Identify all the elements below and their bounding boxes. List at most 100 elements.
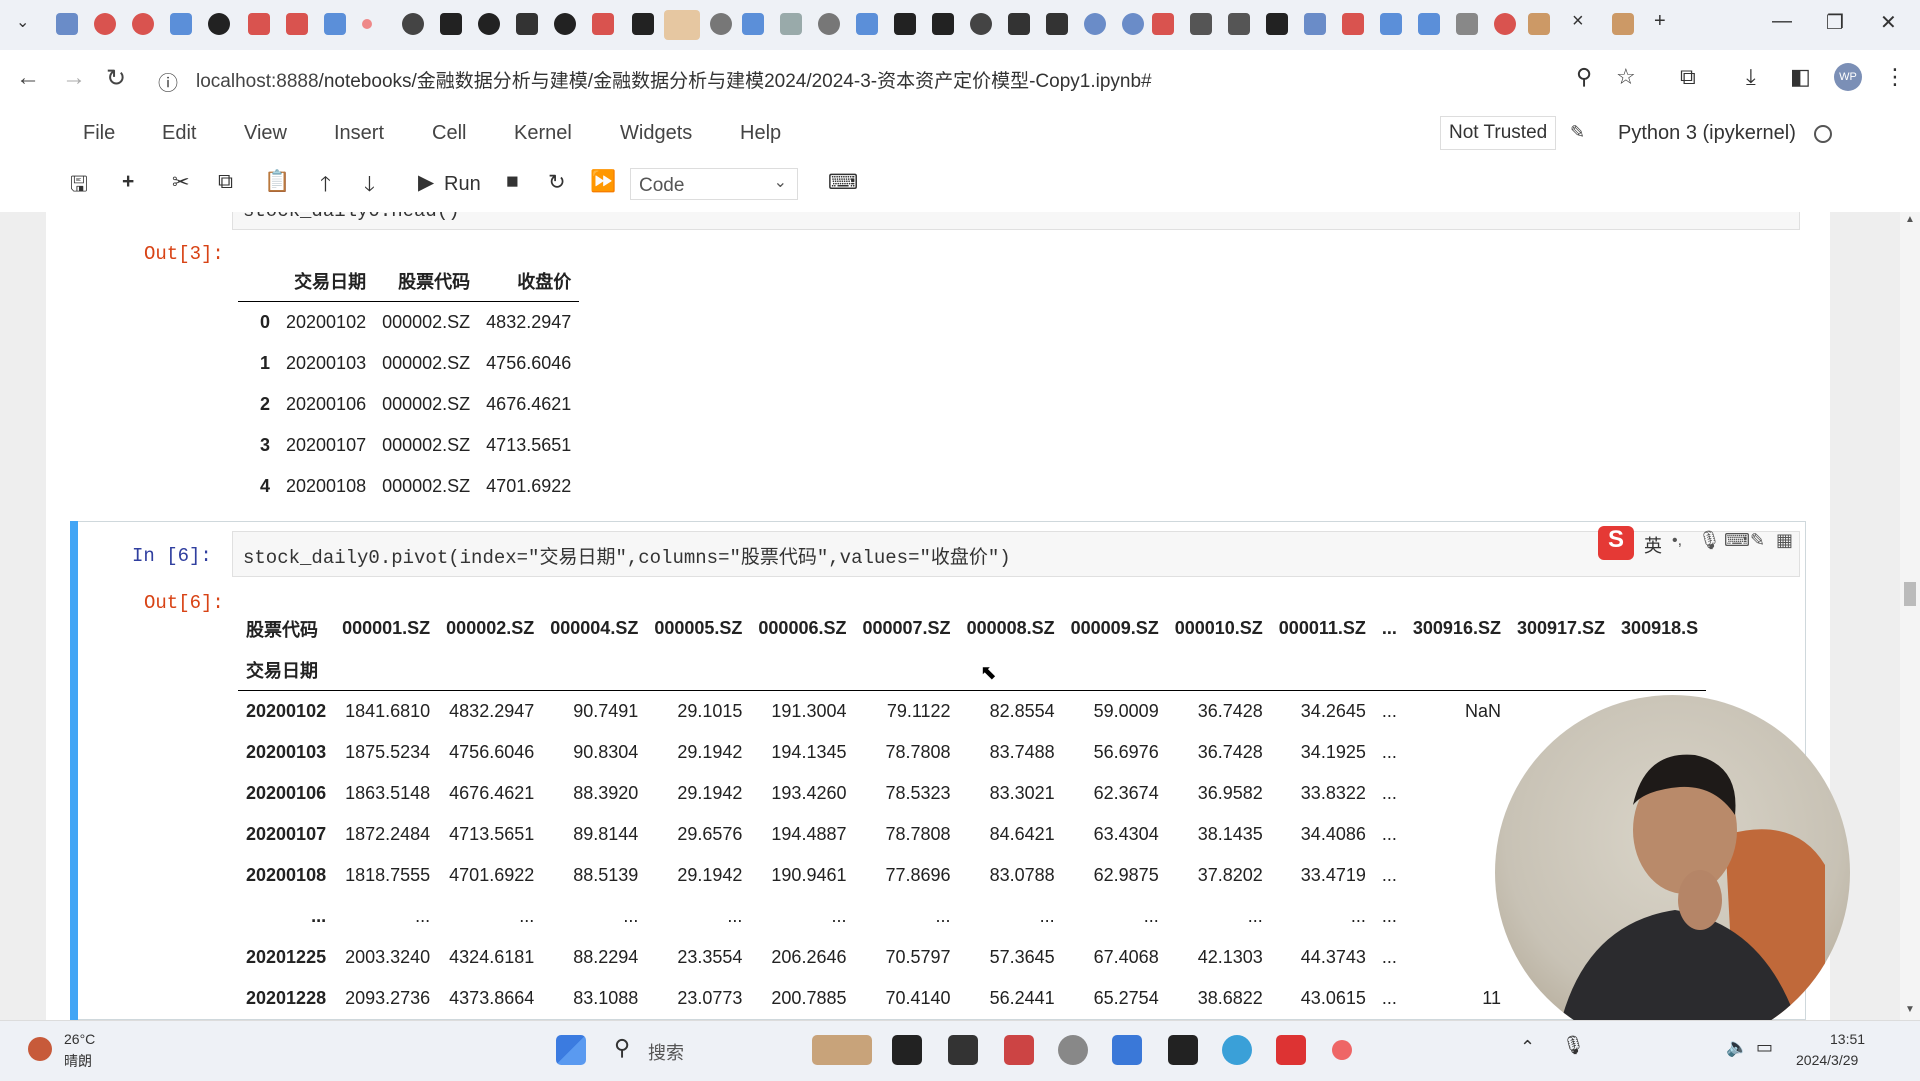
download-icon[interactable]: ⤓ [1746, 64, 1756, 90]
interrupt-icon[interactable]: ■ [506, 170, 519, 194]
tab-favicon-13[interactable] [1190, 13, 1212, 35]
app-icon-2[interactable] [1112, 1035, 1142, 1065]
clock-time[interactable]: 13:51 [1830, 1031, 1865, 1047]
tab-favicon-c4[interactable] [1152, 13, 1174, 35]
move-up-icon[interactable]: 🡑 [320, 170, 331, 205]
paste-icon[interactable]: 📋 [264, 170, 290, 194]
tab-favicon-paw-2[interactable] [818, 13, 840, 35]
tab-favicon-3[interactable] [132, 13, 154, 35]
zoom-icon[interactable]: ⚲ [1576, 64, 1592, 90]
punctuation-icon[interactable]: •, [1672, 532, 1682, 550]
record-icon[interactable] [1332, 1040, 1352, 1060]
chrome-icon[interactable] [1058, 1035, 1088, 1065]
new-tab-icon[interactable]: + [1654, 10, 1666, 33]
tab-favicon-6[interactable] [554, 13, 576, 35]
menu-widgets[interactable]: Widgets [620, 122, 692, 145]
tab-close-icon[interactable]: × [1572, 10, 1584, 33]
insert-cell-icon[interactable]: + [122, 170, 134, 194]
sogou-ime-icon[interactable]: S [1598, 526, 1634, 560]
menu-edit[interactable]: Edit [162, 122, 196, 145]
run-button[interactable]: Run [444, 173, 481, 196]
reload-icon[interactable]: ↻ [106, 64, 126, 93]
terminal-icon[interactable] [948, 1035, 978, 1065]
battery-icon[interactable]: ▭ [1756, 1037, 1773, 1058]
toolbox-icon[interactable]: ▦ [1776, 530, 1793, 551]
url-field[interactable]: localhost:8888/notebooks/金融数据分析与建模/金融数据分… [196, 66, 1152, 93]
cmd-icon[interactable] [1168, 1035, 1198, 1065]
scroll-up-icon[interactable]: ▲ [1905, 214, 1915, 225]
ime-lang-toggle[interactable]: 英 [1644, 532, 1662, 558]
tab-favicon-zhihu-5[interactable] [1380, 13, 1402, 35]
tab-favicon-1[interactable] [56, 13, 78, 35]
cloud-icon-2[interactable] [1122, 13, 1144, 35]
menu-file[interactable]: File [83, 122, 115, 145]
edit-pencil-icon[interactable]: ✎ [1570, 122, 1585, 143]
forward-icon[interactable]: → [62, 64, 86, 92]
start-menu-icon[interactable] [556, 1035, 586, 1065]
restart-run-all-icon[interactable]: ⏩ [590, 170, 616, 194]
bookmark-star-icon[interactable]: ☆ [1616, 64, 1636, 90]
github-icon-2[interactable] [478, 13, 500, 35]
skin-icon[interactable]: ✎ [1750, 530, 1765, 551]
app-icon-3[interactable] [1222, 1035, 1252, 1065]
weather-icon[interactable] [28, 1037, 52, 1061]
window-close-icon[interactable]: ✕ [1880, 10, 1897, 35]
scroll-down-icon[interactable]: ▼ [1905, 1004, 1915, 1015]
save-icon[interactable]: 🖫 [70, 170, 88, 205]
copy-icon[interactable]: ⧉ [218, 170, 233, 194]
app-icon-1[interactable] [1004, 1035, 1034, 1065]
tab-favicon-2[interactable] [94, 13, 116, 35]
extensions-icon[interactable]: ⧉ [1680, 64, 1696, 90]
tab-favicon-17[interactable] [1528, 13, 1550, 35]
search-icon[interactable]: ⚲ [614, 1035, 630, 1061]
weather-temperature[interactable]: 26°C [64, 1031, 95, 1047]
tab-favicon-10[interactable] [970, 13, 992, 35]
restart-icon[interactable]: ↻ [548, 170, 566, 195]
tab-favicon-9[interactable] [932, 13, 954, 35]
menu-kernel[interactable]: Kernel [514, 122, 572, 145]
run-icon[interactable]: ▶ [418, 170, 434, 195]
tray-microphone-icon[interactable]: 🎙 [1562, 1035, 1585, 1056]
profile-avatar[interactable]: WP [1834, 63, 1862, 91]
tray-chevron-icon[interactable]: ⌃ [1520, 1037, 1535, 1058]
tab-list-icon[interactable]: ⌄ [16, 12, 29, 32]
tab-favicon-book[interactable] [1456, 13, 1478, 35]
keyboard-icon[interactable]: ⌨ [828, 170, 858, 195]
weather-description[interactable]: 晴朗 [64, 1051, 92, 1071]
tab-favicon-zhihu-3[interactable] [742, 13, 764, 35]
tab-favicon-zhihu-2[interactable] [324, 13, 346, 35]
tab-favicon-5[interactable] [516, 13, 538, 35]
tab-favicon-16[interactable] [1304, 13, 1326, 35]
wps-icon[interactable] [1276, 1035, 1306, 1065]
tab-favicon-7[interactable] [780, 13, 802, 35]
cut-icon[interactable]: ✂ [172, 170, 190, 195]
cell-type-select[interactable]: Code ⌄ [630, 168, 798, 200]
tab-favicon-c2[interactable] [286, 13, 308, 35]
tab-favicon-14[interactable] [1228, 13, 1250, 35]
more-menu-icon[interactable]: ⋮ [1884, 64, 1906, 90]
tab-favicon-12[interactable] [1046, 13, 1068, 35]
scroll-thumb[interactable] [1904, 582, 1916, 606]
tab-favicon-4[interactable] [440, 13, 462, 35]
page-scrollbar[interactable]: ▲ ▼ [1900, 212, 1920, 1020]
cloud-icon[interactable] [1084, 13, 1106, 35]
restore-icon[interactable]: ❐ [1826, 10, 1844, 35]
tab-favicon-c5[interactable] [1342, 13, 1364, 35]
tab-favicon-c3[interactable] [592, 13, 614, 35]
back-icon[interactable]: ← [16, 64, 40, 92]
tab-favicon-zhihu[interactable] [170, 13, 192, 35]
tab-favicon-c1[interactable] [248, 13, 270, 35]
tab-favicon-dot[interactable] [362, 19, 372, 29]
file-explorer-icon[interactable] [892, 1035, 922, 1065]
menu-insert[interactable]: Insert [334, 122, 384, 145]
taskbar-search[interactable]: 搜索 [648, 1039, 684, 1065]
kernel-name[interactable]: Python 3 (ipykernel) [1618, 122, 1796, 145]
tab-favicon-zhihu-4[interactable] [856, 13, 878, 35]
cell6-code-editor[interactable]: stock_daily0.pivot(index="交易日期",columns=… [232, 531, 1800, 577]
volume-icon[interactable]: 🔈 [1726, 1037, 1748, 1058]
keyboard-icon[interactable]: ⌨ [1724, 530, 1750, 551]
menu-view[interactable]: View [244, 122, 287, 145]
tab-favicon-ai[interactable] [632, 13, 654, 35]
menu-cell[interactable]: Cell [432, 122, 466, 145]
tab-favicon-11[interactable] [1008, 13, 1030, 35]
